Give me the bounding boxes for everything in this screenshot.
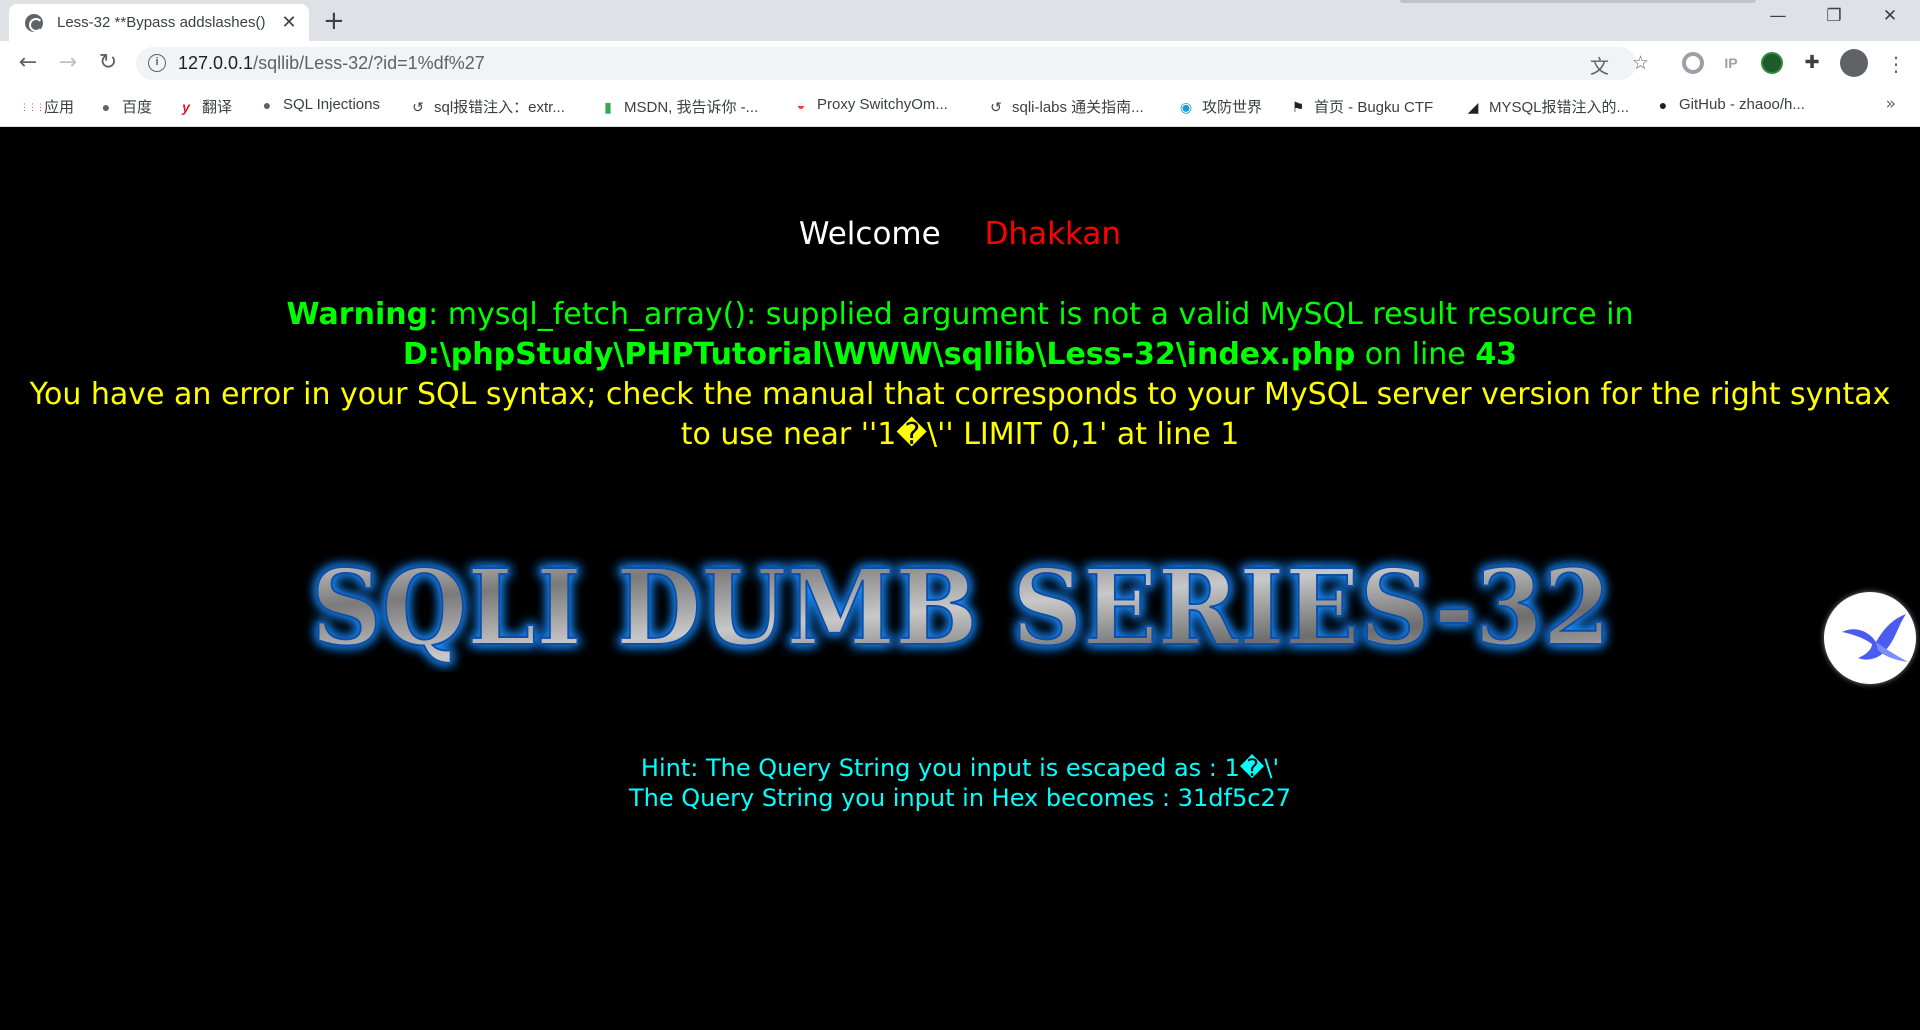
github-icon: ● [1658, 96, 1668, 113]
slash-icon: ◢ [1467, 98, 1479, 115]
hint-hex: The Query String you input in Hex become… [628, 784, 1291, 812]
profile-indicator [1400, 0, 1756, 3]
tab-title: Less-32 **Bypass addslashes() [57, 14, 266, 31]
bookmark-label: 应用 [44, 99, 75, 116]
bookmark-star-icon[interactable]: ☆ [1632, 52, 1649, 74]
welcome-line: Welcome Dhakkan [0, 216, 1920, 252]
hint-block: Hint: The Query String you input is esca… [0, 753, 1920, 813]
bookmark-label: 百度 [122, 99, 153, 116]
address-bar[interactable]: i 127.0.0.1/sqllib/Less-32/?id=1%df%27 文… [136, 47, 1649, 80]
bookmark-label: Proxy SwitchyOm... [817, 96, 948, 113]
warning-label: Warning [286, 297, 429, 332]
series-banner: SQLI DUMB SERIES-32 [310, 545, 1612, 670]
leaf-icon: ↺ [990, 98, 1002, 115]
page-content: Welcome Dhakkan Warning: mysql_fetch_arr… [0, 127, 1920, 1030]
bookmark-item[interactable]: y 翻译 [178, 96, 232, 117]
extension-circle-icon[interactable] [1682, 52, 1704, 74]
warning-text: : mysql_fetch_array(): supplied argument… [428, 297, 1634, 332]
close-window-button[interactable]: ✕ [1870, 6, 1910, 26]
restore-button[interactable]: ❐ [1814, 6, 1854, 26]
leaf-icon: ↺ [412, 98, 424, 115]
bookmark-label: sqli-labs 通关指南... [1012, 99, 1144, 116]
browser-tab[interactable]: Less-32 **Bypass addslashes() ✕ [9, 4, 309, 41]
bookmark-item[interactable]: ● GitHub - zhaoo/h... [1655, 96, 1805, 113]
back-button[interactable]: ← [14, 50, 42, 75]
bookmark-label: GitHub - zhaoo/h... [1679, 96, 1805, 113]
green-extension-icon[interactable] [1761, 52, 1783, 74]
hint-escaped: Hint: The Query String you input is esca… [640, 754, 1280, 782]
bookmark-label: MYSQL报错注入的... [1489, 99, 1630, 116]
tab-close-icon[interactable]: ✕ [279, 12, 299, 33]
bookmark-label: SQL Injections [283, 96, 380, 113]
php-warning: Warning: mysql_fetch_array(): supplied a… [20, 295, 1900, 375]
bookmark-item[interactable]: ◢ MYSQL报错注入的... [1465, 96, 1629, 117]
menu-kebab-icon[interactable]: ⋮ [1885, 52, 1907, 76]
minimize-button[interactable]: — [1758, 6, 1798, 26]
bookmark-item[interactable]: ● 百度 [98, 96, 152, 117]
bookmark-item[interactable]: ◒ Proxy SwitchyOm... [793, 96, 948, 113]
bookmark-item[interactable]: ⚑ 首页 - Bugku CTF [1290, 96, 1433, 117]
welcome-text: Welcome [798, 216, 941, 252]
sql-error-message: You have an error in your SQL syntax; ch… [29, 377, 1891, 452]
swirl-icon: ◉ [1179, 98, 1193, 115]
translate-icon[interactable]: 文 [1590, 52, 1609, 79]
banner-text: SQLI DUMB SERIES-32 [311, 546, 1611, 669]
warning-online: on line [1355, 337, 1476, 372]
browser-toolbar: ← → ↻ i 127.0.0.1/sqllib/Less-32/?id=1%d… [0, 41, 1920, 86]
extensions-puzzle-icon[interactable]: ✚ [1801, 52, 1823, 74]
warning-path: D:\phpStudy\PHPTutorial\WWW\sqllib\Less-… [402, 337, 1356, 372]
bookmark-item[interactable]: ● SQL Injections [259, 96, 380, 113]
bookmark-label: 首页 - Bugku CTF [1314, 99, 1434, 116]
bookmarks-bar: » ⋮⋮⋮ 应用 ● 百度 y 翻译 ● SQL Injections ↺ sql报错注入：ext… [0, 86, 1920, 127]
bookmark-label: 攻防世界 [1202, 99, 1263, 116]
bookmark-item[interactable]: ◉ 攻防世界 [1178, 96, 1262, 117]
bookmarks-overflow-icon[interactable]: » [1886, 94, 1896, 114]
bookmark-item[interactable]: ↺ sql报错注入：extr... [410, 96, 565, 117]
warning-line-number: 43 [1475, 337, 1518, 372]
bookmark-item[interactable]: ▮ MSDN, 我告诉你 -... [600, 96, 758, 117]
bookmark-item[interactable]: ⋮⋮⋮ 应用 [20, 96, 74, 117]
bird-widget-icon[interactable] [1824, 592, 1916, 684]
site-info-icon[interactable]: i [148, 54, 166, 72]
bookmark-label: MSDN, 我告诉你 -... [624, 99, 759, 116]
new-tab-button[interactable]: + [323, 6, 345, 36]
tab-strip: Less-32 **Bypass addslashes() ✕ + — ❐ ✕ [0, 0, 1920, 41]
flag-icon: ⚑ [1291, 98, 1305, 115]
reload-button[interactable]: ↻ [94, 50, 122, 75]
youdao-icon: y [182, 98, 190, 115]
profile-avatar-icon[interactable] [1840, 49, 1868, 77]
bookmark-item[interactable]: ↺ sqli-labs 通关指南... [988, 96, 1144, 117]
forward-button[interactable]: → [54, 50, 82, 75]
globe-icon: ● [101, 98, 111, 115]
ip-extension-icon[interactable]: IP [1720, 52, 1742, 74]
url-text[interactable]: 127.0.0.1/sqllib/Less-32/?id=1%df%27 [178, 53, 485, 74]
apps-grid-icon: ⋮⋮⋮ [20, 101, 45, 112]
bookmark-label: 翻译 [202, 99, 233, 116]
switchy-icon: ◒ [796, 96, 806, 113]
globe-icon: ● [262, 96, 272, 113]
error-block: Warning: mysql_fetch_array(): supplied a… [20, 295, 1900, 455]
user-name: Dhakkan [984, 216, 1122, 252]
bookmark-label: sql报错注入：extr... [434, 99, 565, 116]
msdn-icon: ▮ [604, 98, 612, 115]
globe-icon [25, 13, 43, 32]
